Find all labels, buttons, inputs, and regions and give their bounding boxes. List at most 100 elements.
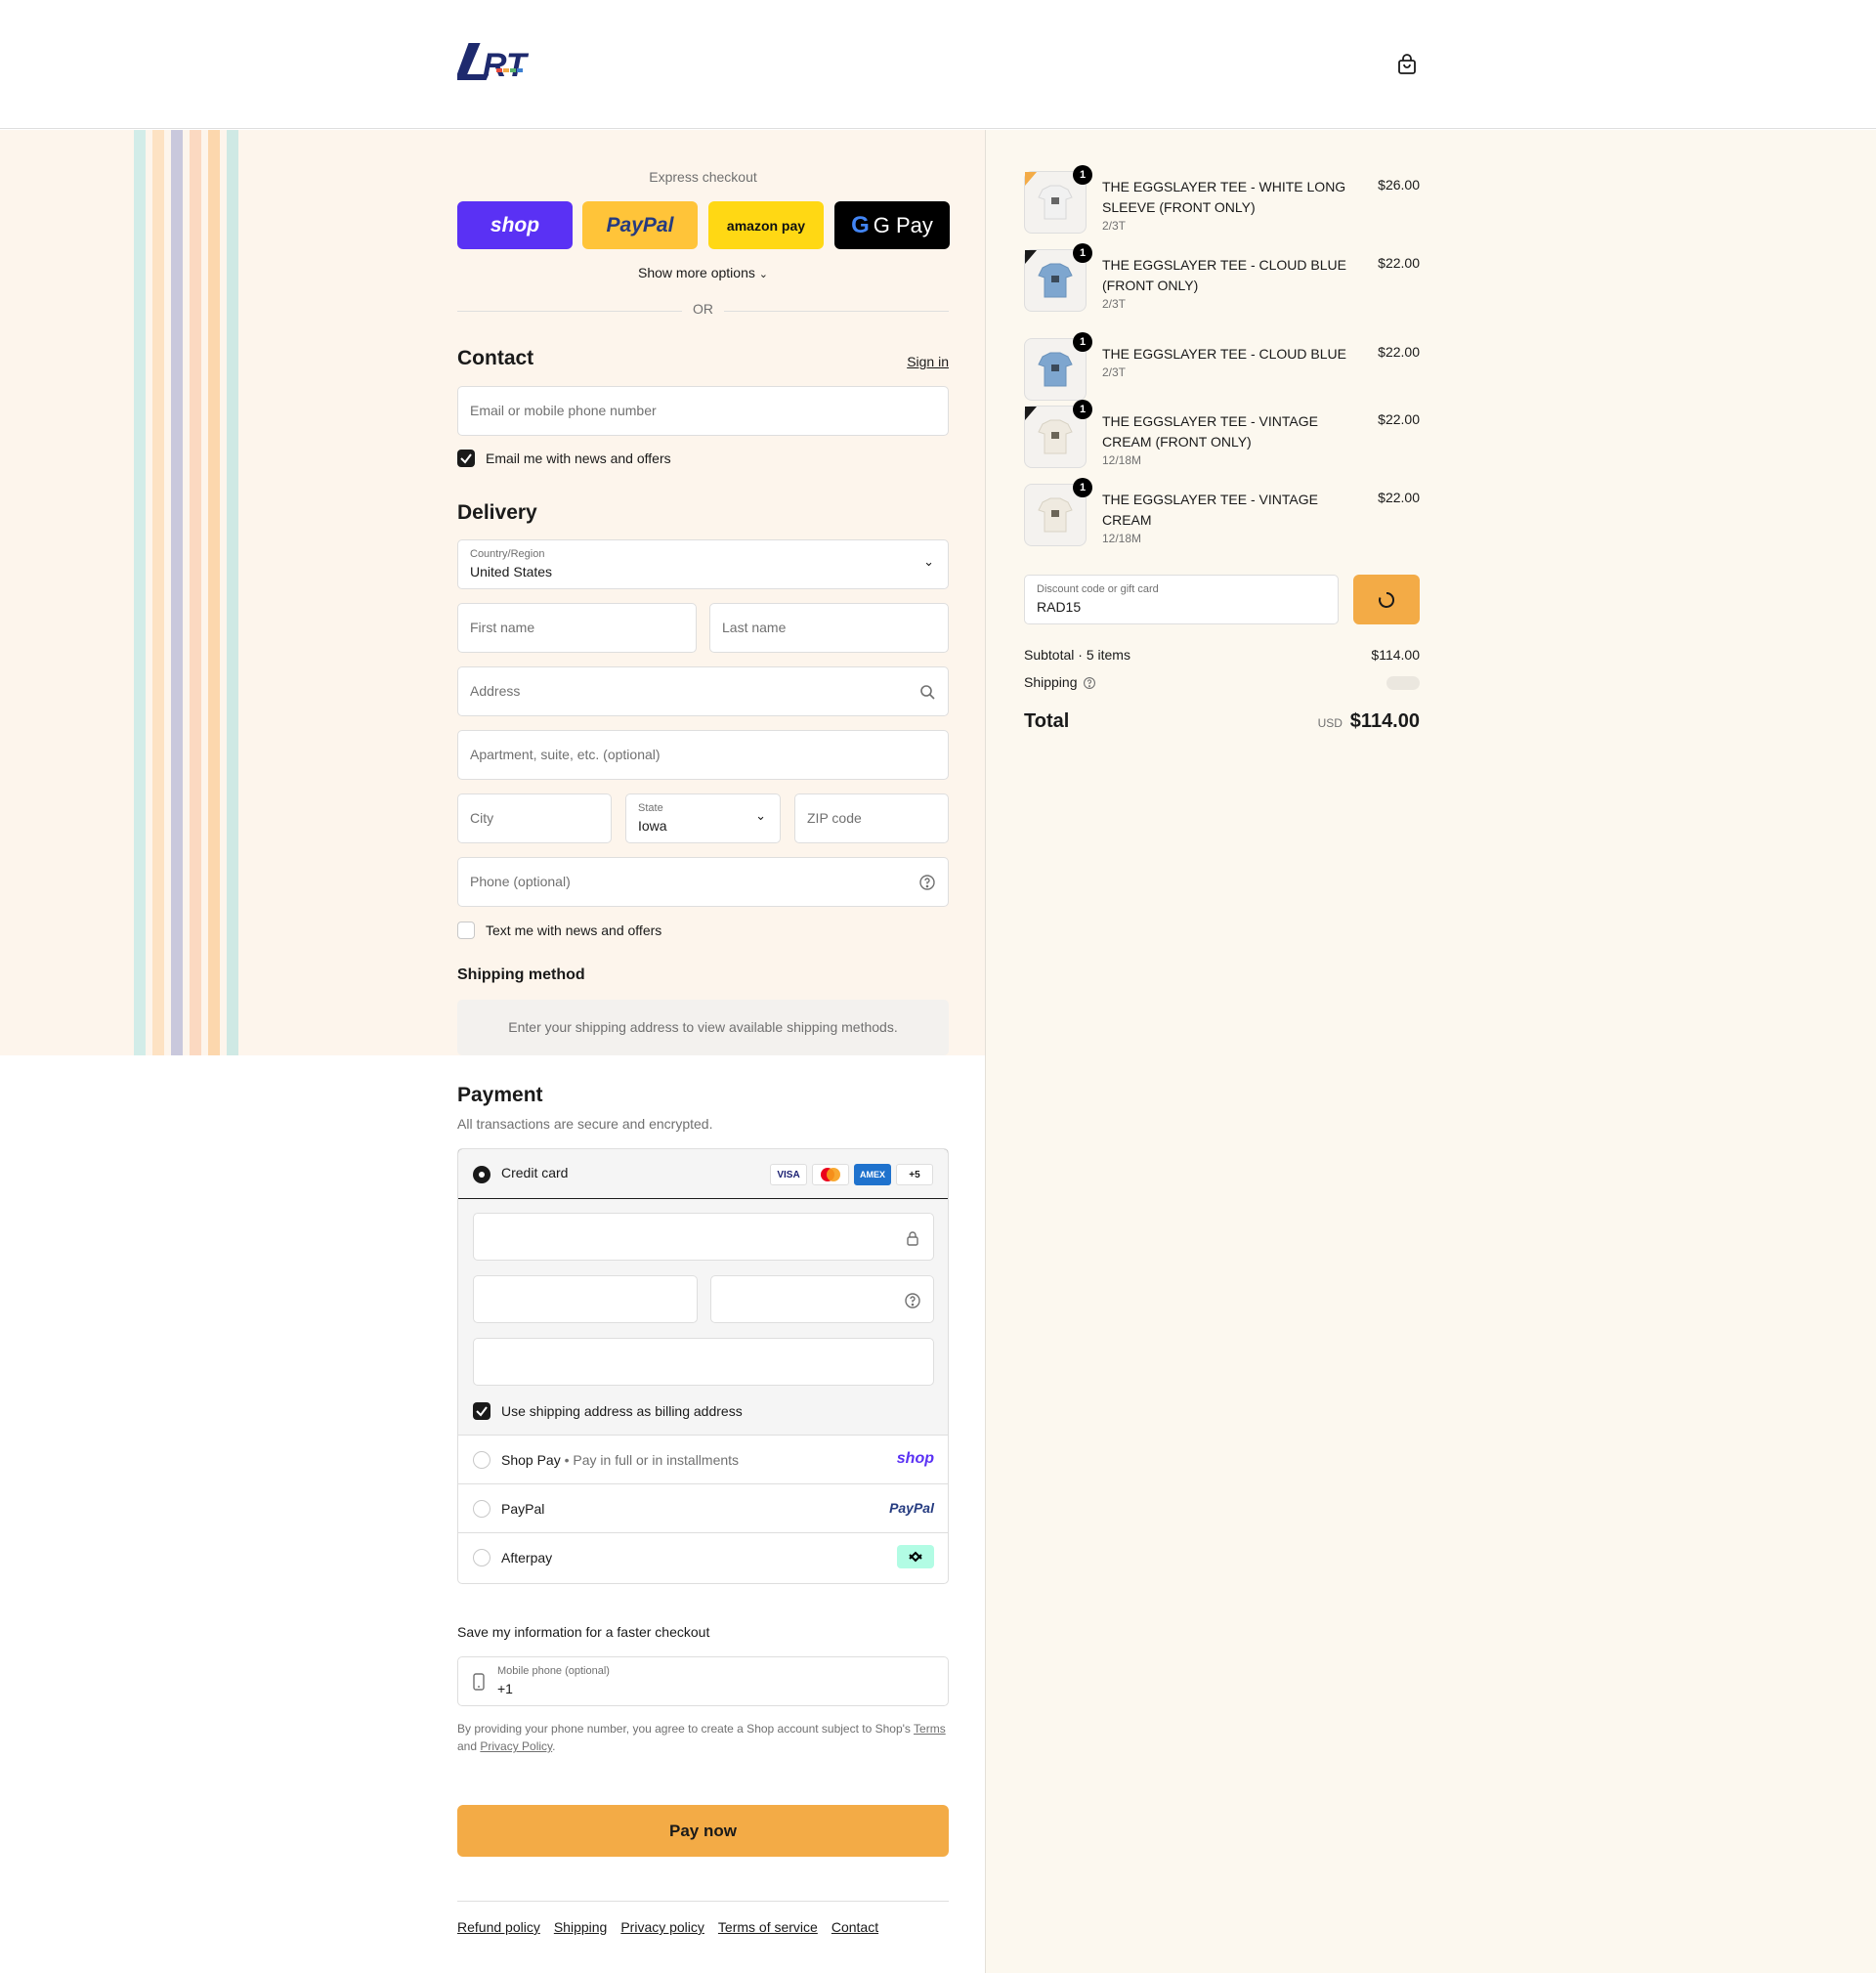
afterpay-label: Afterpay [501, 1550, 553, 1566]
payment-option-shop-pay[interactable]: Shop Pay • Pay in full or in installment… [458, 1436, 948, 1484]
apartment-field[interactable]: Apartment, suite, etc. (optional) [457, 730, 949, 780]
address-field[interactable]: Address [457, 666, 949, 716]
total-label: Total [1024, 710, 1070, 732]
chevron-down-icon: ⌄ [758, 269, 768, 280]
card-number-field[interactable] [473, 1213, 934, 1261]
item-price: $22.00 [1378, 255, 1420, 271]
paypal-label: PayPal [501, 1501, 545, 1517]
zip-field[interactable]: ZIP code [794, 793, 949, 843]
afterpay-radio[interactable] [473, 1549, 490, 1566]
shop-privacy-link[interactable]: Privacy Policy [480, 1739, 552, 1753]
shipping-label: Shipping [1024, 674, 1078, 690]
cart-item: 1 THE EGGSLAYER TEE - VINTAGE CREAM 12/1… [1024, 478, 1420, 552]
item-title: THE EGGSLAYER TEE - CLOUD BLUE (FRONT ON… [1102, 257, 1346, 293]
visa-icon: VISA [770, 1164, 807, 1185]
item-variant: 2/3T [1102, 219, 1127, 233]
payment-heading: Payment [457, 1084, 543, 1106]
billing-address-checkbox[interactable] [473, 1402, 490, 1420]
help-icon[interactable] [918, 874, 936, 891]
quantity-badge: 1 [1073, 332, 1092, 352]
quantity-badge: 1 [1073, 400, 1092, 419]
help-icon[interactable] [904, 1292, 921, 1309]
shipping-method-placeholder: Enter your shipping address to view avai… [457, 1000, 949, 1055]
footer-divider [457, 1901, 949, 1902]
cart-item: 1 THE EGGSLAYER TEE - WHITE LONG SLEEVE … [1024, 165, 1420, 239]
item-price: $26.00 [1378, 177, 1420, 193]
mobile-phone-field[interactable]: Mobile phone (optional) +1 [457, 1656, 949, 1706]
discount-code-field[interactable]: Discount code or gift card RAD15 [1024, 575, 1339, 624]
contact-link[interactable]: Contact [831, 1919, 878, 1935]
payment-option-afterpay[interactable]: Afterpay [458, 1533, 948, 1582]
shop-terms-link[interactable]: Terms [914, 1722, 946, 1736]
check-icon [476, 1406, 488, 1417]
currency-code: USD [1317, 716, 1343, 730]
total-value: $114.00 [1349, 710, 1420, 732]
sign-in-link[interactable]: Sign in [907, 354, 949, 369]
shop-pay-logo: shop [896, 1450, 934, 1467]
decorative-stripes [134, 130, 241, 1055]
check-icon [460, 453, 472, 464]
help-icon[interactable] [1083, 676, 1096, 690]
paypal-express-button[interactable]: PayPal [582, 201, 698, 249]
payment-subtitle: All transactions are secure and encrypte… [457, 1116, 713, 1132]
quantity-badge: 1 [1073, 243, 1092, 263]
save-info-heading: Save my information for a faster checkou… [457, 1624, 710, 1640]
shipping-row: Shipping [1024, 674, 1420, 690]
privacy-policy-link[interactable]: Privacy policy [620, 1919, 704, 1935]
item-variant: 12/18M [1102, 453, 1142, 467]
payment-option-paypal[interactable]: PayPal PayPal [458, 1484, 948, 1533]
country-select[interactable]: Country/Region United States ⌄ [457, 539, 949, 589]
total-row: Total USD $114.00 [1024, 710, 1420, 740]
google-g-icon: G [851, 211, 870, 238]
state-select[interactable]: State Iowa ⌄ [625, 793, 781, 843]
show-more-options-button[interactable]: Show more options ⌄ [457, 265, 949, 280]
email-field[interactable]: Email or mobile phone number [457, 386, 949, 436]
security-code-field[interactable] [710, 1275, 934, 1323]
mastercard-icon [812, 1164, 849, 1185]
shop-pay-radio[interactable] [473, 1451, 490, 1469]
refund-policy-link[interactable]: Refund policy [457, 1919, 540, 1935]
store-logo[interactable]: RT [457, 43, 545, 82]
afterpay-icon [897, 1545, 934, 1568]
item-variant: 2/3T [1102, 365, 1127, 379]
lock-icon [907, 1231, 918, 1246]
apply-discount-button[interactable] [1353, 575, 1420, 624]
cart-item: 1 THE EGGSLAYER TEE - CLOUD BLUE (FRONT … [1024, 243, 1420, 318]
item-variant: 2/3T [1102, 297, 1127, 311]
name-on-card-field[interactable] [473, 1338, 934, 1386]
item-title: THE EGGSLAYER TEE - WHITE LONG SLEEVE (F… [1102, 179, 1346, 215]
terms-of-service-link[interactable]: Terms of service [718, 1919, 818, 1935]
paypal-radio[interactable] [473, 1500, 490, 1518]
email-news-label: Email me with news and offers [486, 450, 671, 466]
city-field[interactable]: City [457, 793, 612, 843]
shipping-method-heading: Shipping method [457, 966, 585, 983]
subtotal-value: $114.00 [1371, 647, 1420, 663]
shopping-bag-icon[interactable] [1395, 53, 1419, 76]
text-news-checkbox[interactable] [457, 922, 475, 939]
item-price: $22.00 [1378, 344, 1420, 360]
item-title: THE EGGSLAYER TEE - CLOUD BLUE [1102, 346, 1346, 362]
delivery-heading: Delivery [457, 501, 537, 524]
google-pay-express-button[interactable]: G G Pay [834, 201, 950, 249]
shipping-value-placeholder [1386, 676, 1420, 690]
item-title: THE EGGSLAYER TEE - VINTAGE CREAM [1102, 492, 1318, 528]
cart-item: 1 THE EGGSLAYER TEE - CLOUD BLUE 2/3T $2… [1024, 332, 1420, 407]
last-name-field[interactable]: Last name [709, 603, 949, 653]
loading-spinner-icon [1379, 591, 1395, 608]
credit-card-radio[interactable] [473, 1166, 490, 1183]
pay-now-button[interactable]: Pay now [457, 1805, 949, 1857]
item-price: $22.00 [1378, 411, 1420, 427]
item-price: $22.00 [1378, 490, 1420, 505]
payment-option-credit-card[interactable]: Credit card VISA AMEX +5 [458, 1149, 948, 1199]
phone-field[interactable]: Phone (optional) [457, 857, 949, 907]
chevron-down-icon: ⌄ [755, 808, 766, 823]
email-news-checkbox[interactable] [457, 450, 475, 467]
amazon-pay-express-button[interactable]: amazon pay [708, 201, 824, 249]
shipping-policy-link[interactable]: Shipping [554, 1919, 608, 1935]
billing-address-label: Use shipping address as billing address [501, 1403, 743, 1419]
shop-pay-express-button[interactable]: shop [457, 201, 573, 249]
expiration-field[interactable] [473, 1275, 698, 1323]
chevron-down-icon: ⌄ [923, 554, 934, 569]
or-divider: OR [457, 301, 949, 321]
first-name-field[interactable]: First name [457, 603, 697, 653]
